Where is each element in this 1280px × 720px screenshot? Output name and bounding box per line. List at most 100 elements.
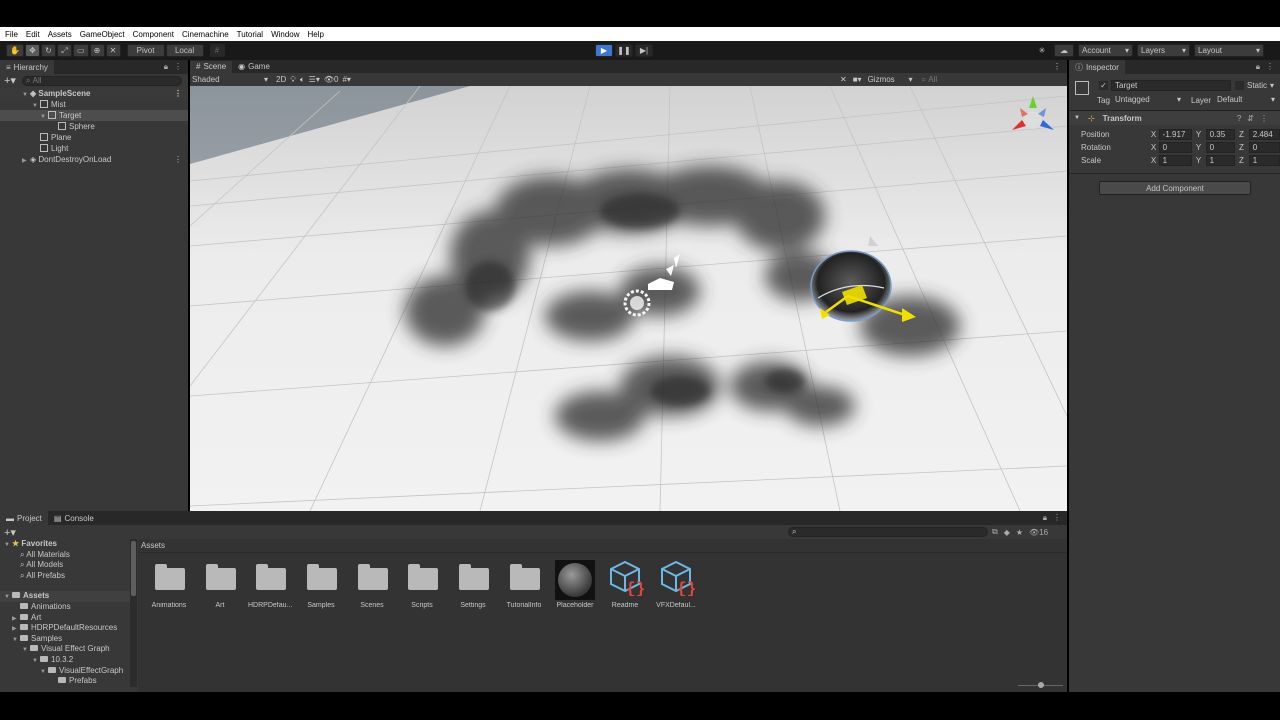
scale-tool-icon[interactable]: ⤢ xyxy=(56,44,72,57)
position-z-field[interactable]: 2.484 xyxy=(1248,129,1280,140)
menu-window[interactable]: Window xyxy=(271,30,299,39)
favorite-star-icon[interactable]: ★ xyxy=(1016,528,1023,537)
hierarchy-row-samplescene[interactable]: ▼ ◈ SampleScene ⋮ xyxy=(0,88,188,99)
tree-samples[interactable]: ▼ Samples xyxy=(0,634,130,645)
collapse-arrow-icon[interactable]: ▼ xyxy=(12,635,20,646)
kebab-menu-icon[interactable]: ⋮ xyxy=(1053,513,1061,523)
collapse-arrow-icon[interactable]: ▼ xyxy=(4,592,12,603)
move-tool-icon[interactable]: ✥ xyxy=(24,44,40,57)
asset-samples[interactable]: Samples xyxy=(299,560,343,609)
menu-tutorial[interactable]: Tutorial xyxy=(237,30,263,39)
preset-icon[interactable]: ⇵ xyxy=(1247,114,1260,123)
scene-viewport[interactable] xyxy=(190,86,1067,511)
cloud-icon[interactable]: ☁ xyxy=(1054,44,1074,57)
hierarchy-row-dontdestroyonload[interactable]: ▶ ◈ DontDestroyOnLoad ⋮ xyxy=(0,154,188,165)
pivot-toggle[interactable]: Pivot xyxy=(126,44,165,57)
hand-tool-icon[interactable]: ✋ xyxy=(6,44,24,57)
tab-hierarchy[interactable]: ≡ Hierarchy xyxy=(0,60,54,74)
add-component-button[interactable]: Add Component xyxy=(1099,181,1251,195)
menu-component[interactable]: Component xyxy=(133,30,174,39)
play-button[interactable]: ▶ xyxy=(595,44,613,57)
pause-button[interactable]: ❚❚ xyxy=(615,44,633,57)
fav-item-all-models[interactable]: ⌕ All Models xyxy=(0,560,130,571)
tree-visualeffectgraph[interactable]: ▼ VisualEffectGraph xyxy=(0,666,130,677)
menu-edit[interactable]: Edit xyxy=(26,30,40,39)
fav-item-all-prefabs[interactable]: ⌕ All Prefabs xyxy=(0,571,130,582)
layer-dropdown[interactable]: Default ▾ xyxy=(1217,95,1275,104)
scale-x-field[interactable]: 1 xyxy=(1158,155,1192,166)
camera-dropdown-icon[interactable]: ■▾ xyxy=(853,75,862,84)
asset-scripts[interactable]: Scripts xyxy=(400,560,444,609)
tools-icon[interactable]: ✕ xyxy=(840,75,847,84)
layers-dropdown[interactable]: Layers ▾ xyxy=(1137,44,1190,57)
asset-scenes[interactable]: Scenes xyxy=(350,560,394,609)
kebab-menu-icon[interactable]: ⋮ xyxy=(1053,62,1061,71)
menu-cinemachine[interactable]: Cinemachine xyxy=(182,30,229,39)
asset-vfxdefault[interactable]: {} VFXDefaul... xyxy=(654,560,698,609)
collapse-arrow-icon[interactable]: ▼ xyxy=(40,667,48,678)
menu-help[interactable]: Help xyxy=(308,30,324,39)
collapse-arrow-icon[interactable]: ▼ xyxy=(4,540,12,551)
tree-animations[interactable]: Animations xyxy=(0,602,130,613)
asset-placeholder[interactable]: Placeholder xyxy=(553,560,597,609)
custom-tool-icon[interactable]: ✕ xyxy=(105,44,121,57)
help-icon[interactable]: ? xyxy=(1237,114,1247,123)
menu-gameobject[interactable]: GameObject xyxy=(80,30,125,39)
account-dropdown[interactable]: Account ▾ xyxy=(1078,44,1133,57)
hierarchy-row-light[interactable]: Light xyxy=(0,143,188,154)
kebab-menu-icon[interactable]: ⋮ xyxy=(174,88,182,99)
kebab-menu-icon[interactable]: ⋮ xyxy=(1266,62,1274,72)
hierarchy-row-target[interactable]: ▼ Target xyxy=(0,110,188,121)
grid-snap-icon[interactable]: # xyxy=(209,44,225,57)
breadcrumb-assets[interactable]: Assets xyxy=(141,541,165,550)
kebab-menu-icon[interactable]: ⋮ xyxy=(174,62,182,72)
tree-scrollbar[interactable] xyxy=(130,539,137,687)
assets-root[interactable]: ▼ Assets xyxy=(0,591,130,602)
lock-icon[interactable]: 🔒︎ xyxy=(1256,62,1260,72)
lock-icon[interactable]: 🔒︎ xyxy=(164,62,168,72)
grid-toggle-icon[interactable]: #▾ xyxy=(342,75,350,84)
asset-animations[interactable]: Animations xyxy=(147,560,191,609)
transform-component-header[interactable]: ▼ ⊹ Transform ?⇵⋮ xyxy=(1069,110,1280,125)
position-x-field[interactable]: -1.917 xyxy=(1158,129,1192,140)
kebab-menu-icon[interactable]: ⋮ xyxy=(1260,114,1274,123)
collapse-arrow-icon[interactable]: ▼ xyxy=(22,645,30,656)
rect-tool-icon[interactable]: ▭ xyxy=(72,44,89,57)
asset-art[interactable]: Art xyxy=(198,560,242,609)
expand-arrow-icon[interactable]: ▼ xyxy=(1074,115,1080,121)
lighting-toggle-icon[interactable]: 💡︎ xyxy=(290,75,296,85)
kebab-menu-icon[interactable]: ⋮ xyxy=(174,154,182,165)
tab-scene[interactable]: # Scene xyxy=(190,60,233,73)
tab-project[interactable]: ▬ Project xyxy=(0,511,48,525)
tab-console[interactable]: ▤ Console xyxy=(48,511,100,525)
slider-handle[interactable] xyxy=(1038,682,1044,688)
scale-y-field[interactable]: 1 xyxy=(1205,155,1235,166)
tree-version[interactable]: ▼ 10.3.2 xyxy=(0,655,130,666)
local-toggle[interactable]: Local xyxy=(165,44,204,57)
gizmos-dropdown[interactable]: Gizmos ▾ xyxy=(868,75,913,84)
hierarchy-row-mist[interactable]: ▼ Mist xyxy=(0,99,188,110)
hierarchy-row-plane[interactable]: Plane xyxy=(0,132,188,143)
rotate-tool-icon[interactable]: ↻ xyxy=(40,44,56,57)
chevron-down-icon[interactable]: ▾ xyxy=(1270,81,1274,90)
tab-inspector[interactable]: ⓘ Inspector xyxy=(1069,60,1125,74)
filter-label-icon[interactable]: ◆ xyxy=(1004,528,1010,537)
hidden-packages-icon[interactable]: 👁︎16 xyxy=(1029,528,1048,537)
hidden-objects-icon[interactable]: 👁︎0 xyxy=(324,75,339,84)
audio-toggle-icon[interactable]: 🔈︎ xyxy=(300,75,305,85)
asset-hdrpdefault[interactable]: HDRPDefau... xyxy=(248,560,292,609)
add-icon[interactable]: +▾ xyxy=(4,74,16,87)
step-button[interactable]: ▶| xyxy=(635,44,653,57)
filter-type-icon[interactable]: ⧉ xyxy=(992,527,998,537)
mode-2d-toggle[interactable]: 2D xyxy=(276,75,286,84)
scrollbar-thumb[interactable] xyxy=(131,541,136,596)
rotation-y-field[interactable]: 0 xyxy=(1205,142,1235,153)
rotation-z-field[interactable]: 0 xyxy=(1248,142,1280,153)
active-checkbox[interactable]: ✓ xyxy=(1099,81,1108,90)
shading-mode-dropdown[interactable]: Shaded ▾ xyxy=(192,75,268,84)
layout-dropdown[interactable]: Layout ▾ xyxy=(1194,44,1264,57)
scene-search-input[interactable]: ⌕ All xyxy=(918,74,1049,85)
rotation-x-field[interactable]: 0 xyxy=(1158,142,1192,153)
asset-tutorialinfo[interactable]: TutorialInfo xyxy=(502,560,546,609)
fav-item-all-materials[interactable]: ⌕ All Materials xyxy=(0,550,130,561)
